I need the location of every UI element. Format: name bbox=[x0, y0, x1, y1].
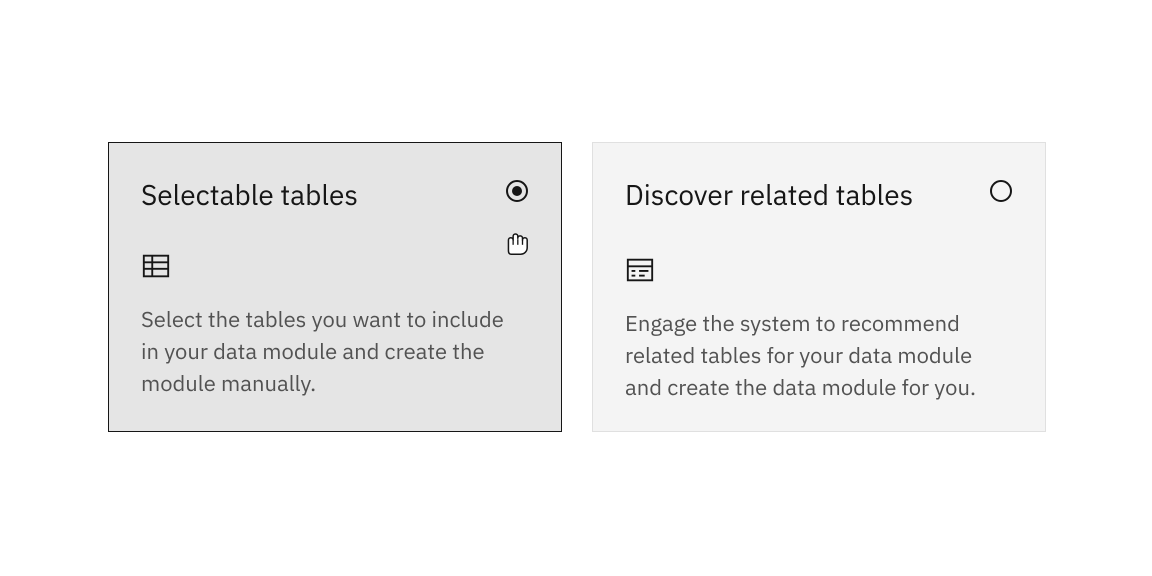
tile-title: Discover related tables bbox=[625, 175, 913, 213]
tile-header: Discover related tables bbox=[625, 175, 1013, 213]
data-table-icon bbox=[625, 270, 655, 290]
tile-description: Engage the system to recommend related t… bbox=[625, 308, 1005, 404]
tile-icon-row bbox=[141, 251, 529, 286]
radio-selected-icon[interactable] bbox=[505, 179, 529, 203]
tile-description: Select the tables you want to include in… bbox=[141, 304, 521, 400]
tile-selectable-tables[interactable]: Selectable tables Select the tables you … bbox=[108, 142, 562, 432]
tile-title: Selectable tables bbox=[141, 175, 358, 213]
canvas: Selectable tables Select the tables you … bbox=[0, 0, 1152, 576]
tile-header: Selectable tables bbox=[141, 175, 529, 213]
table-icon bbox=[141, 266, 171, 286]
tile-discover-related-tables[interactable]: Discover related tables Engage the syste bbox=[592, 142, 1046, 432]
tile-icon-row bbox=[625, 255, 1013, 290]
radio-unselected-icon[interactable] bbox=[989, 179, 1013, 203]
